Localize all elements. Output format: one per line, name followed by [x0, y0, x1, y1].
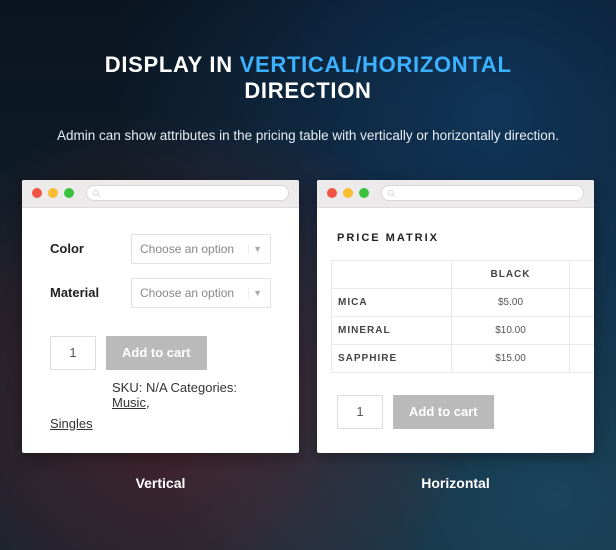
- attribute-label: Color: [50, 241, 84, 256]
- vertical-panel: Color Choose an option ▼ Material Choose…: [22, 180, 299, 491]
- select-placeholder: Choose an option: [140, 242, 234, 256]
- panel-caption-vertical: Vertical: [22, 475, 299, 491]
- promo-subtitle: Admin can show attributes in the pricing…: [40, 126, 576, 146]
- search-icon: [387, 189, 396, 198]
- close-icon[interactable]: [327, 188, 337, 198]
- url-bar[interactable]: [86, 185, 289, 201]
- overflow-cell: [570, 344, 595, 372]
- table-row: MICA $5.00: [332, 288, 595, 316]
- price-cell[interactable]: $10.00: [452, 316, 570, 344]
- price-cell[interactable]: $15.00: [452, 344, 570, 372]
- chevron-down-icon: ▼: [248, 288, 262, 298]
- search-icon: [92, 189, 101, 198]
- quantity-input[interactable]: 1: [337, 395, 383, 429]
- table-header-empty: [332, 260, 452, 288]
- select-placeholder: Choose an option: [140, 286, 234, 300]
- window-titlebar: [317, 180, 594, 208]
- window-titlebar: [22, 180, 299, 208]
- attribute-select-color[interactable]: Choose an option ▼: [131, 234, 271, 264]
- cart-row: 1 Add to cart: [331, 395, 594, 429]
- row-label-sapphire: SAPPHIRE: [332, 344, 452, 372]
- url-bar[interactable]: [381, 185, 584, 201]
- maximize-icon[interactable]: [359, 188, 369, 198]
- table-header-overflow: [570, 260, 595, 288]
- category-link-music[interactable]: Music: [112, 395, 146, 410]
- table-row: SAPPHIRE $15.00: [332, 344, 595, 372]
- attribute-row-material: Material Choose an option ▼: [50, 278, 271, 308]
- title-post: DIRECTION: [244, 78, 371, 103]
- price-matrix-table: BLACK MICA $5.00 MINERAL $10.00 SAP: [331, 260, 594, 373]
- attribute-label: Material: [50, 285, 99, 300]
- category-link-singles[interactable]: Singles: [50, 416, 271, 431]
- meta-comma: ,: [146, 395, 150, 410]
- panel-caption-horizontal: Horizontal: [317, 475, 594, 491]
- minimize-icon[interactable]: [48, 188, 58, 198]
- browser-window-vertical: Color Choose an option ▼ Material Choose…: [22, 180, 299, 453]
- row-label-mica: MICA: [332, 288, 452, 316]
- maximize-icon[interactable]: [64, 188, 74, 198]
- minimize-icon[interactable]: [343, 188, 353, 198]
- horizontal-panel: PRICE MATRIX BLACK MICA $5.00 MINERAL: [317, 180, 594, 491]
- quantity-input[interactable]: 1: [50, 336, 96, 370]
- chevron-down-icon: ▼: [248, 244, 262, 254]
- table-row: MINERAL $10.00: [332, 316, 595, 344]
- title-pre: DISPLAY IN: [105, 52, 240, 77]
- meta-sku: SKU: N/A Categories:: [112, 380, 237, 395]
- browser-window-horizontal: PRICE MATRIX BLACK MICA $5.00 MINERAL: [317, 180, 594, 453]
- price-matrix-panel: PRICE MATRIX BLACK MICA $5.00 MINERAL: [317, 208, 594, 447]
- table-header-black: BLACK: [452, 260, 570, 288]
- price-matrix-title: PRICE MATRIX: [331, 232, 594, 244]
- attribute-row-color: Color Choose an option ▼: [50, 234, 271, 264]
- add-to-cart-button[interactable]: Add to cart: [106, 336, 207, 370]
- promo-title: DISPLAY IN VERTICAL/HORIZONTAL DIRECTION: [40, 52, 576, 104]
- overflow-cell: [570, 288, 595, 316]
- overflow-cell: [570, 316, 595, 344]
- promo-header: DISPLAY IN VERTICAL/HORIZONTAL DIRECTION…: [0, 0, 616, 146]
- price-cell[interactable]: $5.00: [452, 288, 570, 316]
- product-form-vertical: Color Choose an option ▼ Material Choose…: [22, 208, 299, 449]
- product-meta: SKU: N/A Categories: Music,: [50, 380, 271, 410]
- row-label-mineral: MINERAL: [332, 316, 452, 344]
- title-accent: VERTICAL/HORIZONTAL: [240, 52, 512, 77]
- add-to-cart-button[interactable]: Add to cart: [393, 395, 494, 429]
- table-header-row: BLACK: [332, 260, 595, 288]
- attribute-select-material[interactable]: Choose an option ▼: [131, 278, 271, 308]
- cart-row: 1 Add to cart: [50, 336, 271, 370]
- close-icon[interactable]: [32, 188, 42, 198]
